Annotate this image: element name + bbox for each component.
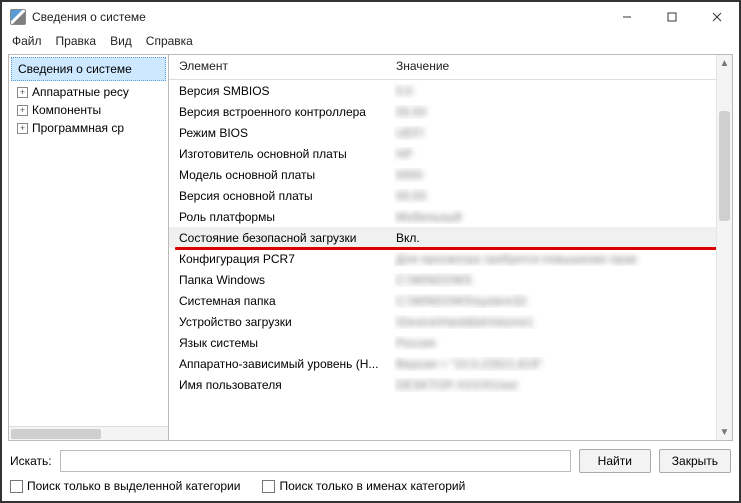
- expand-icon[interactable]: +: [17, 123, 28, 134]
- table-row[interactable]: Модель основной платы0000: [169, 164, 732, 185]
- menubar: Файл Правка Вид Справка: [2, 32, 739, 52]
- search-input[interactable]: [60, 450, 571, 472]
- cell-value: Россия: [394, 336, 732, 350]
- scroll-down-icon[interactable]: ▼: [717, 424, 732, 440]
- close-button[interactable]: [694, 2, 739, 32]
- table-row[interactable]: Режим BIOSUEFI: [169, 122, 732, 143]
- table-row[interactable]: Версия основной платы00.00: [169, 185, 732, 206]
- cell-value: C:\WINDOWS\system32: [394, 294, 732, 308]
- category-tree[interactable]: Сведения о системе + Аппаратные ресу + Комп…: [9, 55, 169, 440]
- checkbox-names-only[interactable]: Поиск только в именах категорий: [262, 479, 465, 493]
- content-area: Сведения о системе + Аппаратные ресу + Комп…: [8, 54, 733, 441]
- table-row[interactable]: Аппаратно-зависимый уровень (H...Версия …: [169, 353, 732, 374]
- tree-item[interactable]: + Программная ср: [15, 119, 168, 137]
- column-value[interactable]: Значение: [394, 59, 732, 73]
- close-search-button[interactable]: Закрыть: [659, 449, 731, 473]
- cell-value: 00.00: [394, 189, 732, 203]
- cell-value: Версия = "10.0.22621.819": [394, 357, 732, 371]
- expand-icon[interactable]: +: [17, 87, 28, 98]
- checkbox-icon: [10, 480, 23, 493]
- tree-item-label: Аппаратные ресу: [32, 85, 129, 99]
- list-header: Элемент Значение: [169, 55, 732, 80]
- cell-element: Изготовитель основной платы: [169, 147, 394, 161]
- cell-value: Мобильный: [394, 210, 732, 224]
- checkbox-label: Поиск только в выделенной категории: [27, 479, 240, 493]
- table-row[interactable]: Устройство загрузки\Device\HarddiskVolum…: [169, 311, 732, 332]
- vertical-scrollbar[interactable]: ▲ ▼: [716, 55, 732, 440]
- cell-value: 00.00: [394, 105, 732, 119]
- maximize-button[interactable]: [649, 2, 694, 32]
- menu-view[interactable]: Вид: [110, 34, 132, 48]
- cell-value: DESKTOP-XXXX\User: [394, 378, 732, 392]
- table-row[interactable]: Папка WindowsC:\WINDOWS: [169, 269, 732, 290]
- cell-element: Модель основной платы: [169, 168, 394, 182]
- cell-value: HP: [394, 147, 732, 161]
- cell-value: 0.0: [394, 84, 732, 98]
- cell-element: Устройство загрузки: [169, 315, 394, 329]
- cell-value: C:\WINDOWS: [394, 273, 732, 287]
- window-title: Сведения о системе: [32, 10, 146, 24]
- cell-element: Язык системы: [169, 336, 394, 350]
- table-row[interactable]: Версия встроенного контроллера00.00: [169, 101, 732, 122]
- table-row[interactable]: Роль платформыМобильный: [169, 206, 732, 227]
- table-row[interactable]: Язык системыРоссия: [169, 332, 732, 353]
- cell-value: Вкл.: [394, 231, 732, 245]
- tree-item-label: Компоненты: [32, 103, 101, 117]
- cell-value: UEFI: [394, 126, 732, 140]
- menu-file[interactable]: Файл: [12, 34, 42, 48]
- search-bar: Искать: Найти Закрыть: [2, 443, 739, 477]
- table-row[interactable]: Конфигурация PCR7Для просмотра требуется…: [169, 248, 732, 269]
- cell-element: Роль платформы: [169, 210, 394, 224]
- cell-value: 0000: [394, 168, 732, 182]
- search-options: Поиск только в выделенной категории Поис…: [2, 477, 739, 501]
- tree-item-label: Программная ср: [32, 121, 124, 135]
- column-element[interactable]: Элемент: [169, 59, 394, 73]
- cell-element: Конфигурация PCR7: [169, 252, 394, 266]
- table-row[interactable]: Системная папкаC:\WINDOWS\system32: [169, 290, 732, 311]
- cell-element: Аппаратно-зависимый уровень (H...: [169, 357, 394, 371]
- table-row[interactable]: Изготовитель основной платыHP: [169, 143, 732, 164]
- table-row[interactable]: Имя пользователяDESKTOP-XXXX\User: [169, 374, 732, 395]
- cell-element: Системная папка: [169, 294, 394, 308]
- table-row[interactable]: Версия SMBIOS0.0: [169, 80, 732, 101]
- tree-horizontal-scrollbar[interactable]: [9, 426, 168, 440]
- cell-element: Версия встроенного контроллера: [169, 105, 394, 119]
- tree-root[interactable]: Сведения о системе: [11, 57, 166, 81]
- tree-item[interactable]: + Компоненты: [15, 101, 168, 119]
- checkbox-selected-category[interactable]: Поиск только в выделенной категории: [10, 479, 240, 493]
- menu-edit[interactable]: Правка: [56, 34, 97, 48]
- tree-item[interactable]: + Аппаратные ресу: [15, 83, 168, 101]
- cell-element: Папка Windows: [169, 273, 394, 287]
- details-list: Элемент Значение Версия SMBIOS0.0Версия …: [169, 55, 732, 440]
- menu-help[interactable]: Справка: [146, 34, 193, 48]
- scrollbar-thumb[interactable]: [719, 111, 730, 221]
- list-rows: Версия SMBIOS0.0Версия встроенного контр…: [169, 80, 732, 440]
- cell-element: Имя пользователя: [169, 378, 394, 392]
- titlebar: Сведения о системе: [2, 2, 739, 32]
- cell-element: Версия основной платы: [169, 189, 394, 203]
- cell-element: Состояние безопасной загрузки: [169, 231, 394, 245]
- cell-value: \Device\HarddiskVolume1: [394, 315, 732, 329]
- cell-element: Режим BIOS: [169, 126, 394, 140]
- scrollbar-thumb[interactable]: [11, 429, 101, 439]
- scroll-up-icon[interactable]: ▲: [717, 55, 732, 71]
- checkbox-label: Поиск только в именах категорий: [279, 479, 465, 493]
- cell-value: Для просмотра требуется повышение прав: [394, 252, 732, 266]
- table-row[interactable]: Состояние безопасной загрузкиВкл.: [169, 227, 732, 248]
- minimize-button[interactable]: [604, 2, 649, 32]
- expand-icon[interactable]: +: [17, 105, 28, 116]
- app-icon: [10, 9, 26, 25]
- checkbox-icon: [262, 480, 275, 493]
- cell-element: Версия SMBIOS: [169, 84, 394, 98]
- search-label: Искать:: [10, 454, 52, 468]
- find-button[interactable]: Найти: [579, 449, 651, 473]
